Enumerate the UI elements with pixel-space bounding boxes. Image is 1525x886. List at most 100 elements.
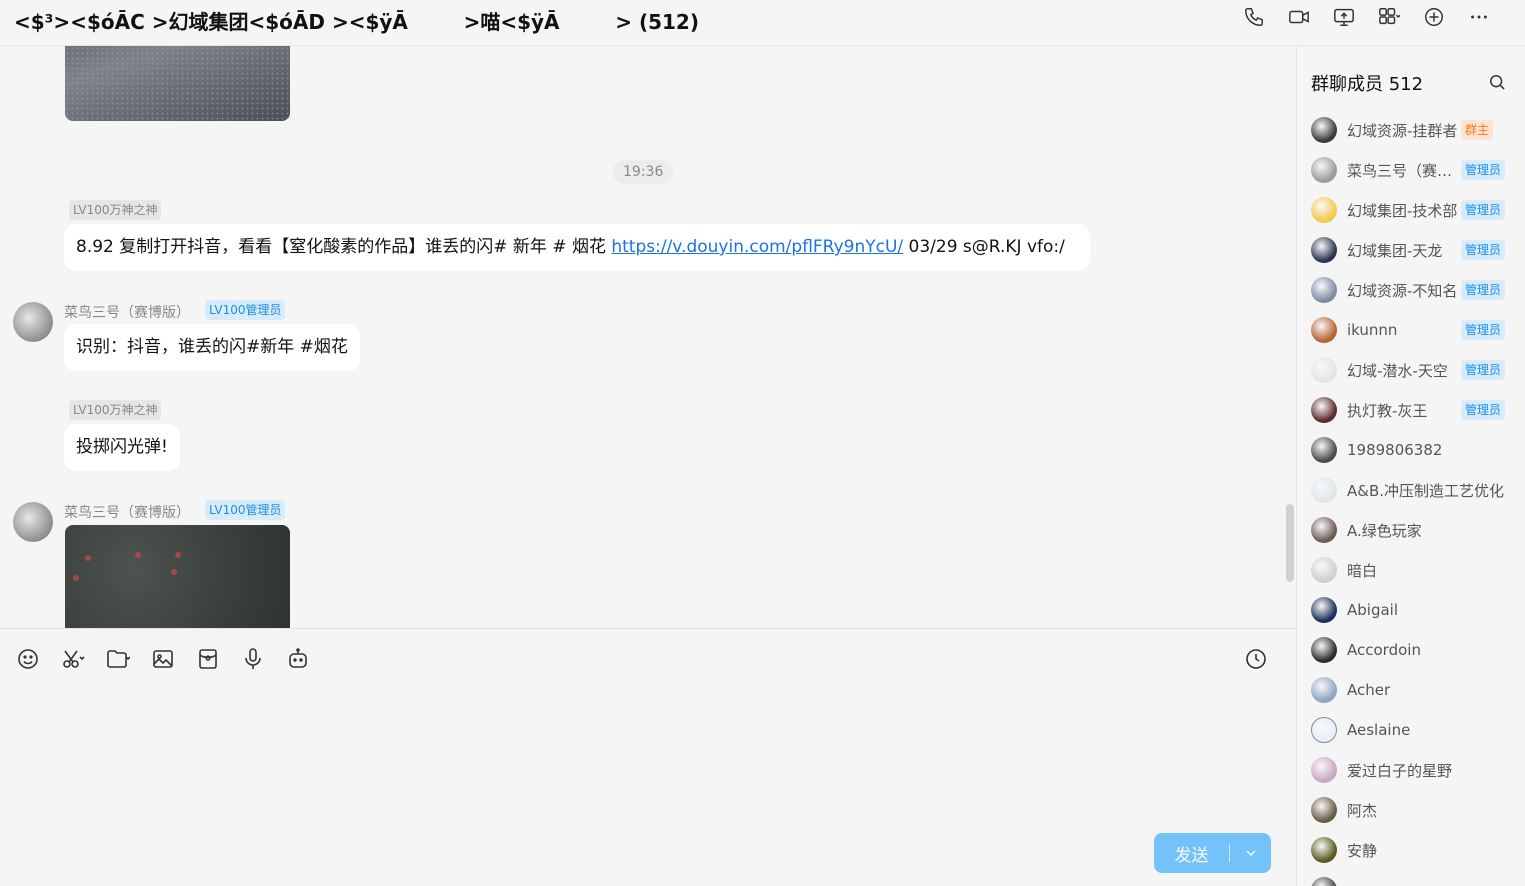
member-name: 幻域集团-技术部: [1347, 201, 1458, 220]
title-bar: <$³><$óĀC >幻域集团<$óĀD ><$ÿĀ >喵<$ÿĀ > (512…: [0, 0, 1525, 46]
member-item[interactable]: [1297, 870, 1525, 886]
admin-badge: 管理员: [1461, 160, 1506, 180]
admin-badge: 管理员: [1461, 320, 1506, 340]
composer: 发送: [0, 628, 1296, 886]
avatar[interactable]: [1311, 597, 1337, 623]
member-item[interactable]: 爱过白子的星野: [1297, 750, 1525, 790]
history-icon[interactable]: [1244, 647, 1268, 671]
scrollbar[interactable]: [1286, 504, 1294, 582]
sender-name[interactable]: 菜鸟三号（赛博版）: [64, 302, 190, 322]
message-list[interactable]: 19:36 LV100万神之神 8.92 复制打开抖音，看看【窒化酸素的作品】谁…: [0, 46, 1296, 628]
member-name: Abigail: [1347, 601, 1398, 619]
member-item[interactable]: 暗白: [1297, 550, 1525, 590]
member-item[interactable]: 幻域-潜水-天空 管理员: [1297, 350, 1525, 390]
avatar[interactable]: [1311, 557, 1337, 583]
chevron-down-icon[interactable]: [1230, 845, 1271, 861]
member-panel: 群聊成员 512 幻域资源-挂群者群主菜鸟三号（赛博版）管理员幻域集团-技术部管…: [1296, 46, 1525, 886]
avatar[interactable]: [1311, 677, 1337, 703]
owner-badge: 群主: [1461, 120, 1494, 140]
member-name: ikunnn: [1347, 321, 1398, 339]
role-badge: LV100管理员: [205, 300, 286, 320]
admin-badge: 管理员: [1461, 240, 1506, 260]
emoji-icon[interactable]: [16, 647, 61, 671]
more-icon[interactable]: [1456, 5, 1501, 29]
member-name: A&B.冲压制造工艺优化: [1347, 481, 1505, 500]
send-button[interactable]: 发送: [1154, 833, 1271, 873]
voice-icon[interactable]: [241, 647, 286, 671]
member-name: 幻域资源-不知名: [1347, 281, 1458, 300]
member-name: 幻域-潜水-天空: [1347, 361, 1448, 380]
add-icon[interactable]: [1411, 5, 1456, 29]
member-item[interactable]: 阿杰: [1297, 790, 1525, 830]
member-item[interactable]: ikunnn 管理员: [1297, 310, 1525, 350]
level-badge: LV100万神之神: [69, 400, 162, 420]
member-item[interactable]: 执灯教-灰王 管理员: [1297, 390, 1525, 430]
avatar[interactable]: [1311, 277, 1337, 303]
member-item[interactable]: A.绿色玩家: [1297, 510, 1525, 550]
send-label: 发送: [1174, 845, 1209, 866]
member-item[interactable]: A&B.冲压制造工艺优化: [1297, 470, 1525, 510]
member-list[interactable]: 幻域资源-挂群者群主菜鸟三号（赛博版）管理员幻域集团-技术部管理员幻域集团-天龙…: [1297, 110, 1525, 886]
member-name: 幻域资源-挂群者: [1347, 121, 1458, 140]
image-icon[interactable]: [151, 647, 196, 671]
avatar[interactable]: [1311, 397, 1337, 423]
avatar[interactable]: [1311, 157, 1337, 183]
avatar[interactable]: [1311, 797, 1337, 823]
member-item[interactable]: 幻域集团-技术部 管理员: [1297, 190, 1525, 230]
screen-share-icon[interactable]: [1321, 5, 1366, 29]
member-item[interactable]: 幻域资源-挂群者 群主: [1297, 110, 1525, 150]
admin-badge: 管理员: [1461, 400, 1506, 420]
message-text: 03/29 s@R.KJ vfo:/: [903, 237, 1065, 257]
member-item[interactable]: 安静: [1297, 830, 1525, 870]
admin-badge: 管理员: [1461, 280, 1506, 300]
apps-icon[interactable]: [1366, 5, 1411, 29]
image-message[interactable]: [65, 46, 290, 121]
avatar[interactable]: [1311, 437, 1337, 463]
member-item[interactable]: Acher: [1297, 670, 1525, 710]
message-bubble[interactable]: 投掷闪光弹!: [64, 424, 180, 471]
avatar[interactable]: [1311, 317, 1337, 343]
member-item[interactable]: 1989806382: [1297, 430, 1525, 470]
search-icon[interactable]: [1487, 72, 1507, 92]
avatar[interactable]: [1311, 717, 1337, 743]
level-badge: LV100万神之神: [69, 200, 162, 220]
avatar[interactable]: [13, 502, 53, 542]
avatar[interactable]: [1311, 357, 1337, 383]
member-name: 安静: [1347, 841, 1378, 860]
message-bubble[interactable]: 8.92 复制打开抖音，看看【窒化酸素的作品】谁丢的闪# 新年 # 烟花 htt…: [64, 224, 1090, 271]
member-item[interactable]: 菜鸟三号（赛博版）管理员: [1297, 150, 1525, 190]
bot-icon[interactable]: [286, 647, 331, 671]
composer-toolbar: [16, 647, 331, 671]
image-message[interactable]: [65, 525, 290, 628]
avatar[interactable]: [1311, 197, 1337, 223]
phone-icon[interactable]: [1231, 5, 1276, 29]
member-item[interactable]: Abigail: [1297, 590, 1525, 630]
sender-name[interactable]: 菜鸟三号（赛博版）: [64, 502, 190, 522]
avatar[interactable]: [1311, 117, 1337, 143]
member-item[interactable]: Accordoin: [1297, 630, 1525, 670]
avatar[interactable]: [1311, 477, 1337, 503]
avatar[interactable]: [1311, 757, 1337, 783]
member-item[interactable]: 幻域资源-不知名 管理员: [1297, 270, 1525, 310]
member-name: 爱过白子的星野: [1347, 761, 1453, 780]
red-packet-icon[interactable]: [196, 647, 241, 671]
screenshot-icon[interactable]: [61, 647, 106, 671]
video-call-icon[interactable]: [1276, 5, 1321, 29]
header-actions: [1231, 5, 1501, 29]
avatar[interactable]: [1311, 517, 1337, 543]
chat-window: <$³><$óĀC >幻域集团<$óĀD ><$ÿĀ >喵<$ÿĀ > (512…: [0, 0, 1525, 886]
member-name: 阿杰: [1347, 801, 1378, 820]
admin-badge: 管理员: [1461, 360, 1506, 380]
avatar[interactable]: [1311, 637, 1337, 663]
avatar[interactable]: [1311, 877, 1337, 886]
member-name: 菜鸟三号（赛博版）: [1347, 161, 1459, 180]
avatar[interactable]: [1311, 837, 1337, 863]
message-bubble[interactable]: 识别：抖音，谁丢的闪#新年 #烟花: [64, 324, 360, 371]
member-item[interactable]: 幻域集团-天龙 管理员: [1297, 230, 1525, 270]
message-link[interactable]: https://v.douyin.com/pflFRy9nYcU/: [611, 237, 903, 257]
avatar[interactable]: [1311, 237, 1337, 263]
message-text: 8.92 复制打开抖音，看看【窒化酸素的作品】谁丢的闪# 新年 # 烟花: [76, 237, 612, 257]
folder-icon[interactable]: [106, 647, 151, 671]
member-item[interactable]: Aeslaine: [1297, 710, 1525, 750]
avatar[interactable]: [13, 302, 53, 342]
